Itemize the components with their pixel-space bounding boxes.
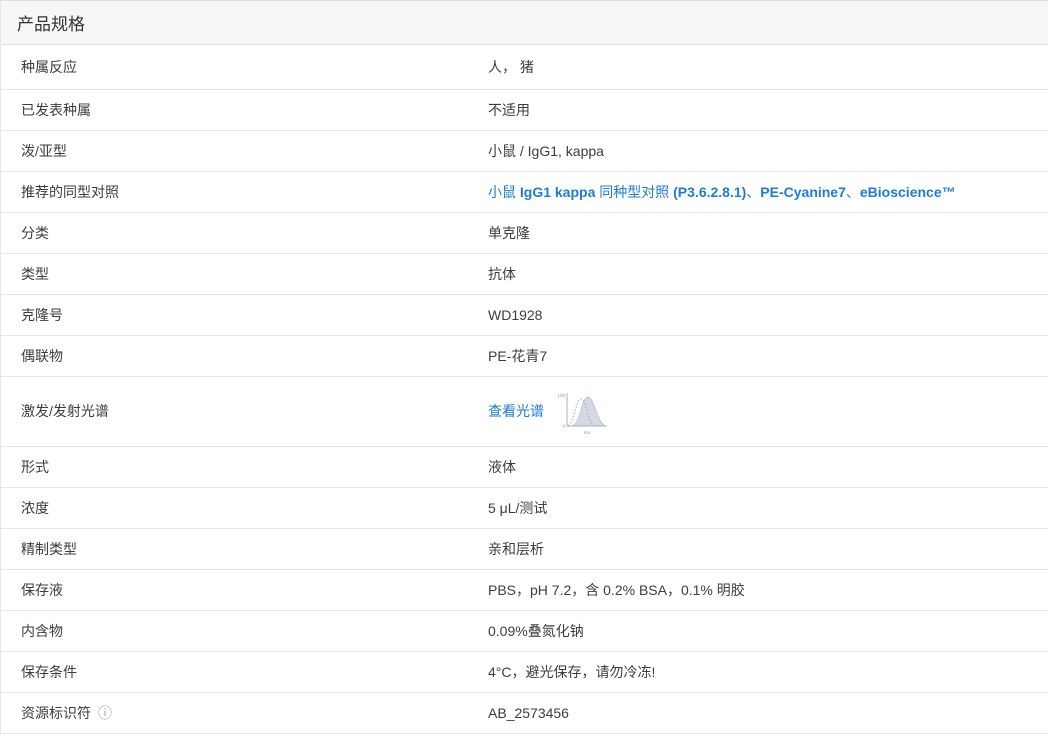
spec-value: 4°C，避光保存，请勿冷冻! — [488, 663, 1048, 681]
table-row: 保存条件 4°C，避光保存，请勿冷冻! — [1, 652, 1048, 693]
spec-value: 5 μL/测试 — [488, 499, 1048, 517]
table-row: 资源标识符 ⓘ AB_2573456 — [1, 693, 1048, 734]
spec-label: 泼/亚型 — [21, 142, 488, 160]
table-row: 精制类型 亲和层析 — [1, 529, 1048, 570]
table-row: 内含物 0.09%叠氮化钠 — [1, 611, 1048, 652]
view-spectra-link[interactable]: 查看光谱 — [488, 402, 544, 420]
spec-label: 形式 — [21, 458, 488, 476]
table-row: 类型 抗体 — [1, 254, 1048, 295]
spectra-cell: 查看光谱 100 0 nm — [488, 388, 1032, 436]
spec-label: 种属反应 — [21, 58, 488, 76]
spec-value: PE-花青7 — [488, 347, 1048, 365]
spec-value: 不适用 — [488, 101, 1048, 119]
spec-value: 0.09%叠氮化钠 — [488, 622, 1048, 640]
table-row: 偶联物 PE-花青7 — [1, 336, 1048, 377]
x-axis-label: nm — [584, 430, 591, 435]
spec-label: 资源标识符 ⓘ — [21, 704, 488, 722]
spec-value: 人， 猪 — [488, 58, 1048, 76]
spec-value: 单克隆 — [488, 224, 1048, 242]
page-title: 产品规格 — [17, 10, 85, 35]
spec-label: 浓度 — [21, 499, 488, 517]
spec-label: 内含物 — [21, 622, 488, 640]
y-max-label: 100 — [557, 393, 565, 398]
product-specifications-panel: 产品规格 种属反应 人， 猪 已发表种属 不适用 泼/亚型 小鼠 / IgG1,… — [0, 0, 1048, 734]
table-row: 种属反应 人， 猪 — [1, 45, 1048, 90]
spec-label: 偶联物 — [21, 347, 488, 365]
section-header: 产品规格 — [1, 0, 1048, 45]
link-text: IgG1 kappa — [520, 184, 595, 200]
spectra-chart-icon: 100 0 nm — [554, 388, 610, 436]
spec-value: 小鼠 / IgG1, kappa — [488, 142, 1048, 160]
spec-value: 抗体 — [488, 265, 1048, 283]
table-row: 泼/亚型 小鼠 / IgG1, kappa — [1, 131, 1048, 172]
table-row: 激发/发射光谱 查看光谱 100 0 nm — [1, 377, 1048, 447]
spec-label: 克隆号 — [21, 306, 488, 324]
table-row: 分类 单克隆 — [1, 213, 1048, 254]
spec-value: 亲和层析 — [488, 540, 1048, 558]
spec-value: WD1928 — [488, 306, 1048, 324]
spec-value: AB_2573456 — [488, 704, 1048, 722]
table-row: 推荐的同型对照 小鼠 IgG1 kappa 同种型对照 (P3.6.2.8.1)… — [1, 172, 1048, 213]
table-row: 已发表种属 不适用 — [1, 90, 1048, 131]
table-row: 克隆号 WD1928 — [1, 295, 1048, 336]
spectra-thumbnail[interactable]: 100 0 nm — [554, 388, 610, 436]
isotype-control-link[interactable]: 小鼠 IgG1 kappa 同种型对照 (P3.6.2.8.1)、PE-Cyan… — [488, 184, 956, 200]
spec-label: 激发/发射光谱 — [21, 402, 488, 420]
link-text: 、 — [846, 184, 860, 200]
spec-label: 已发表种属 — [21, 101, 488, 119]
table-row: 形式 液体 — [1, 447, 1048, 488]
table-row: 浓度 5 μL/测试 — [1, 488, 1048, 529]
spec-label: 分类 — [21, 224, 488, 242]
link-text: (P3.6.2.8.1) — [673, 184, 746, 200]
info-icon[interactable]: ⓘ — [98, 706, 112, 720]
link-text: 同种型对照 — [595, 184, 673, 200]
spec-value: PBS，pH 7.2，含 0.2% BSA，0.1% 明胶 — [488, 581, 1048, 599]
spec-label: 类型 — [21, 265, 488, 283]
link-text: 、 — [746, 184, 760, 200]
emission-curve — [573, 397, 605, 426]
link-text: eBioscience™ — [860, 184, 956, 200]
link-text: 小鼠 — [488, 184, 520, 200]
spec-value: 查看光谱 100 0 nm — [488, 388, 1048, 436]
spec-label: 推荐的同型对照 — [21, 183, 488, 201]
spec-value: 小鼠 IgG1 kappa 同种型对照 (P3.6.2.8.1)、PE-Cyan… — [488, 183, 1048, 201]
spec-label-text: 资源标识符 — [21, 704, 91, 722]
spec-value: 液体 — [488, 458, 1048, 476]
table-row: 保存液 PBS，pH 7.2，含 0.2% BSA，0.1% 明胶 — [1, 570, 1048, 611]
link-text: PE-Cyanine7 — [760, 184, 846, 200]
spec-label: 保存条件 — [21, 663, 488, 681]
y-min-label: 0 — [562, 423, 565, 428]
spec-label: 精制类型 — [21, 540, 488, 558]
spec-label: 保存液 — [21, 581, 488, 599]
